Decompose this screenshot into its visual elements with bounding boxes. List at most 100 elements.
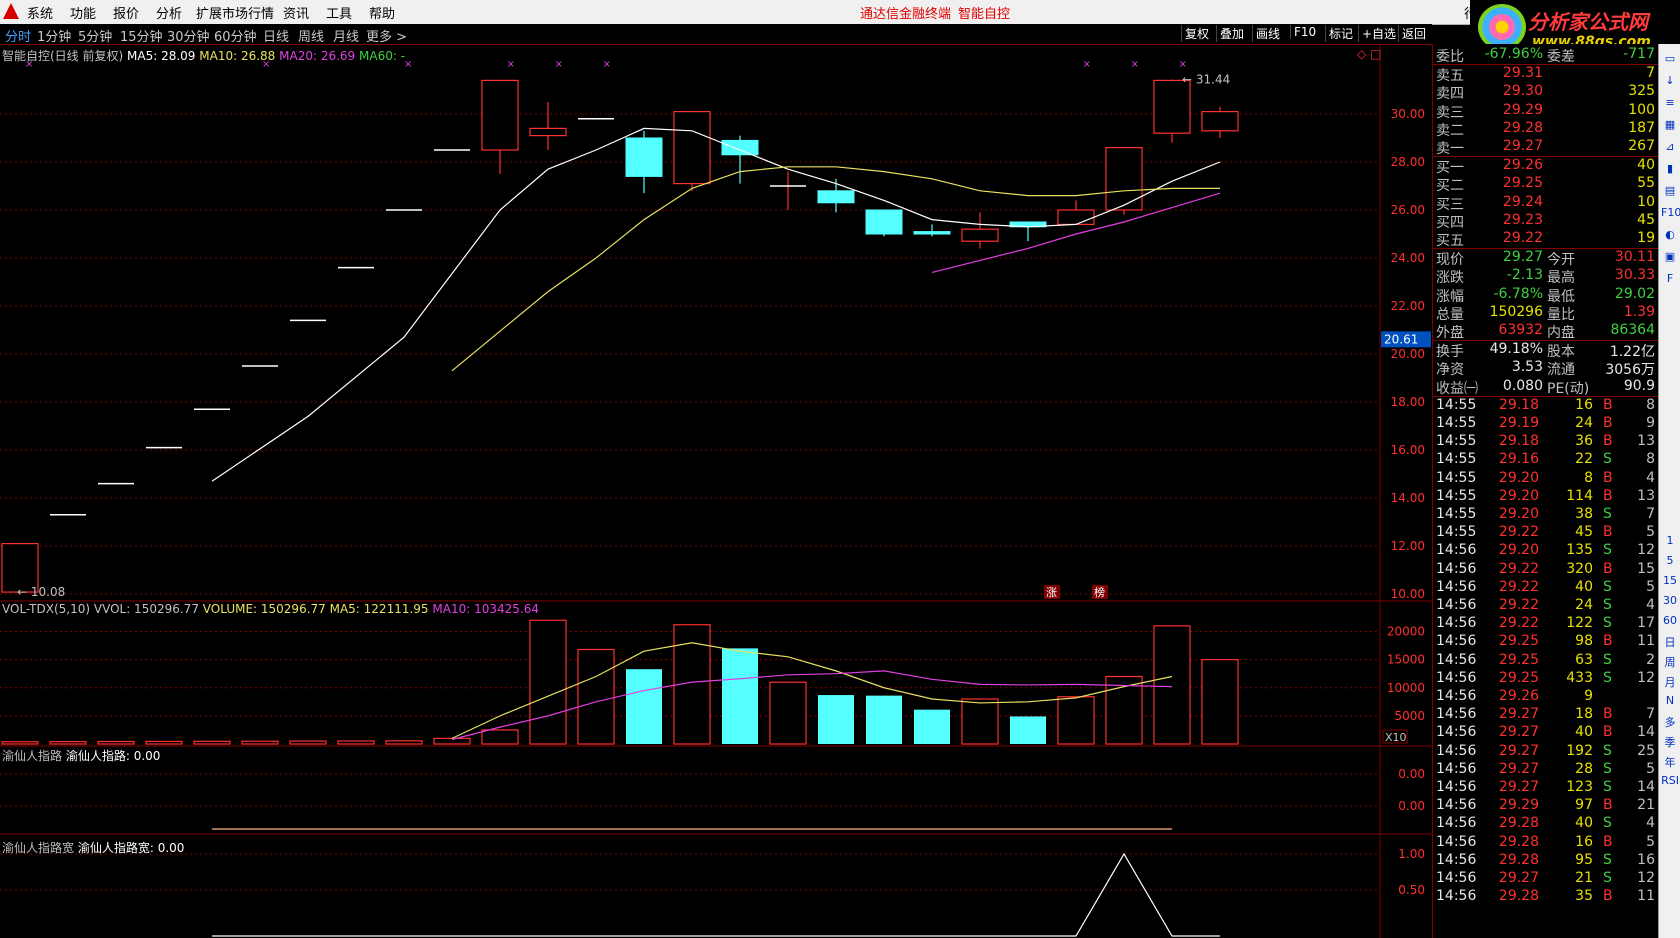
tick-row[interactable]: 14:55 29.20 38 S 7 <box>1433 506 1659 524</box>
sidebar-period-11[interactable]: 年 <box>1661 754 1679 770</box>
tick-row[interactable]: 14:56 29.27 40 B 14 <box>1433 724 1659 742</box>
menu-quote[interactable]: 报价 <box>113 3 139 22</box>
period-tab-weekly[interactable]: 周线 <box>298 26 324 45</box>
menu-analysis[interactable]: 分析 <box>156 3 182 22</box>
tick-row[interactable]: 14:56 29.22 24 S 4 <box>1433 597 1659 615</box>
menu-tools[interactable]: 工具 <box>326 3 352 22</box>
sidebar-period-8[interactable]: N <box>1661 694 1679 707</box>
tick-row[interactable]: 14:56 29.28 95 S 16 <box>1433 852 1659 870</box>
tick-row[interactable]: 14:56 29.27 18 B 7 <box>1433 706 1659 724</box>
tick-row[interactable]: 14:55 29.18 36 B 13 <box>1433 433 1659 451</box>
tick-row[interactable]: 14:56 29.27 123 S 14 <box>1433 779 1659 797</box>
add-favorite-button[interactable]: +自选 <box>1358 25 1399 42</box>
period-tab-intraday[interactable]: 分时 <box>5 26 31 45</box>
tick-row[interactable]: 14:56 29.29 97 B 21 <box>1433 797 1659 815</box>
kline-chart[interactable]: 30.00 28.00 26.00 24.00 22.00 20.00 18.00 16.00… <box>0 44 1432 938</box>
tick-row[interactable]: 14:56 29.20 135 S 12 <box>1433 542 1659 560</box>
sidebar-tool-icon[interactable]: ◐ <box>1661 228 1679 241</box>
tick-row[interactable]: 14:55 29.19 24 B 9 <box>1433 415 1659 433</box>
sidebar-tool-icon[interactable]: ▤ <box>1661 184 1679 197</box>
quote-stat-row[interactable]: 涨幅 -6.78% 最低 29.02 <box>1433 286 1659 305</box>
fundamental-row[interactable]: 换手 49.18% 股本 1.22亿 <box>1433 341 1659 361</box>
sidebar-period-6[interactable]: 周 <box>1661 654 1679 670</box>
fundamental-row[interactable]: 净资 3.53 流通 3056万 <box>1433 359 1659 378</box>
period-tab-daily[interactable]: 日线 <box>263 26 289 45</box>
quote-stat-row[interactable]: 现价 29.27 今开 30.11 <box>1433 249 1659 268</box>
sidebar-period-0[interactable]: 1 <box>1661 534 1679 547</box>
quote-stat-row[interactable]: 总量 150296 量比 1.39 <box>1433 304 1659 323</box>
sidebar-period-2[interactable]: 15 <box>1661 574 1679 587</box>
ask-level-row[interactable]: 卖四 29.30 325 <box>1433 83 1659 102</box>
bid-level-row[interactable]: 买三 29.24 10 <box>1433 194 1659 213</box>
ask-level-row[interactable]: 卖五 29.31 7 <box>1433 65 1659 84</box>
bid-level-row[interactable]: 买四 29.23 45 <box>1433 212 1659 231</box>
sidebar-tool-icon[interactable]: ▮ <box>1661 162 1679 175</box>
tick-row[interactable]: 14:56 29.22 40 S 5 <box>1433 579 1659 597</box>
tick-row[interactable]: 14:56 29.28 40 S 4 <box>1433 815 1659 833</box>
period-tab-30min[interactable]: 30分钟 <box>167 26 210 45</box>
sidebar-tool-icon[interactable]: ▣ <box>1661 250 1679 263</box>
sidebar-period-10[interactable]: 季 <box>1661 734 1679 750</box>
draw-line-button[interactable]: 画线 <box>1252 25 1283 42</box>
sidebar-tool-icon[interactable]: ↓ <box>1661 74 1679 87</box>
period-tab-more[interactable]: 更多 > <box>366 26 407 45</box>
tick-row[interactable]: 14:56 29.26 9 <box>1433 688 1659 706</box>
tick-row[interactable]: 14:56 29.22 320 B 15 <box>1433 561 1659 579</box>
quote-stat-row[interactable]: 外盘 63932 内盘 86364 <box>1433 322 1659 341</box>
tick-row[interactable]: 14:55 29.22 45 B 5 <box>1433 524 1659 542</box>
sidebar-tool-icon[interactable]: F10 <box>1661 206 1680 219</box>
menu-function[interactable]: 功能 <box>70 3 96 22</box>
sidebar-tool-icon[interactable]: F <box>1661 272 1679 285</box>
sidebar-tool-icon[interactable]: ⊿ <box>1661 140 1679 153</box>
period-tab-5min[interactable]: 5分钟 <box>78 26 112 45</box>
stat-value: 1.22亿 <box>1609 344 1655 361</box>
period-tab-1min[interactable]: 1分钟 <box>37 26 71 45</box>
tick-row[interactable]: 14:56 29.27 21 S 12 <box>1433 870 1659 888</box>
tick-row[interactable]: 14:55 29.20 114 B 13 <box>1433 488 1659 506</box>
period-tab-15min[interactable]: 15分钟 <box>120 26 163 45</box>
sidebar-period-5[interactable]: 日 <box>1661 634 1679 650</box>
tick-row[interactable]: 14:55 29.18 16 B 8 <box>1433 397 1659 415</box>
sidebar-period-4[interactable]: 60 <box>1661 614 1679 627</box>
fundamental-row[interactable]: 收益㈠ 0.080 PE(动) 90.9 <box>1433 378 1659 397</box>
sidebar-period-1[interactable]: 5 <box>1661 554 1679 567</box>
tick-row[interactable]: 14:56 29.27 28 S 5 <box>1433 761 1659 779</box>
menu-news[interactable]: 资讯 <box>283 3 309 22</box>
period-tab-60min[interactable]: 60分钟 <box>214 26 257 45</box>
sidebar-period-12[interactable]: RSI <box>1661 774 1679 787</box>
bid-level-row[interactable]: 买二 29.25 55 <box>1433 175 1659 194</box>
tick-row[interactable]: 14:56 29.28 35 B 11 <box>1433 888 1659 906</box>
bid-level-row[interactable]: 买一 29.26 40 <box>1433 157 1659 176</box>
weibi-row[interactable]: 委比 -67.96% 委差 -717 <box>1433 46 1659 65</box>
tick-row[interactable]: 14:56 29.28 16 B 5 <box>1433 834 1659 852</box>
promo-stock-name[interactable]: 智能自控 <box>958 3 1010 22</box>
back-button[interactable]: 返回 <box>1398 25 1429 42</box>
sidebar-tool-icon[interactable]: ▭ <box>1661 52 1679 65</box>
promo-terminal[interactable]: 通达信金融终端 <box>860 3 951 22</box>
ask-level-row[interactable]: 卖二 29.28 187 <box>1433 120 1659 139</box>
tick-row[interactable]: 14:55 29.16 22 S 8 <box>1433 451 1659 469</box>
ask-level-row[interactable]: 卖一 29.27 267 <box>1433 138 1659 157</box>
overlay-button[interactable]: 叠加 <box>1216 25 1247 42</box>
mark-button[interactable]: 标记 <box>1325 25 1356 42</box>
tick-row[interactable]: 14:56 29.25 98 B 11 <box>1433 633 1659 651</box>
bid-level-row[interactable]: 买五 29.22 19 <box>1433 230 1659 249</box>
f10-button[interactable]: F10 <box>1290 25 1319 39</box>
menu-system[interactable]: 系统 <box>27 3 53 22</box>
sidebar-period-9[interactable]: 多 <box>1661 714 1679 730</box>
menu-help[interactable]: 帮助 <box>369 3 395 22</box>
menu-extended-market[interactable]: 扩展市场行情 <box>196 3 274 22</box>
sidebar-period-3[interactable]: 30 <box>1661 594 1679 607</box>
period-tab-monthly[interactable]: 月线 <box>333 26 359 45</box>
tick-row[interactable]: 14:56 29.25 433 S 12 <box>1433 670 1659 688</box>
quote-stat-row[interactable]: 涨跌 -2.13 最高 30.33 <box>1433 267 1659 286</box>
sidebar-tool-icon[interactable]: ▦ <box>1661 118 1679 131</box>
tick-row[interactable]: 14:56 29.25 63 S 2 <box>1433 652 1659 670</box>
ask-level-row[interactable]: 卖三 29.29 100 <box>1433 102 1659 121</box>
tick-row[interactable]: 14:56 29.27 192 S 25 <box>1433 743 1659 761</box>
restore-rights-button[interactable]: 复权 <box>1181 25 1212 42</box>
tick-row[interactable]: 14:56 29.22 122 S 17 <box>1433 615 1659 633</box>
tick-row[interactable]: 14:55 29.20 8 B 4 <box>1433 470 1659 488</box>
sidebar-tool-icon[interactable]: ≡ <box>1661 96 1679 109</box>
sidebar-period-7[interactable]: 月 <box>1661 674 1679 690</box>
